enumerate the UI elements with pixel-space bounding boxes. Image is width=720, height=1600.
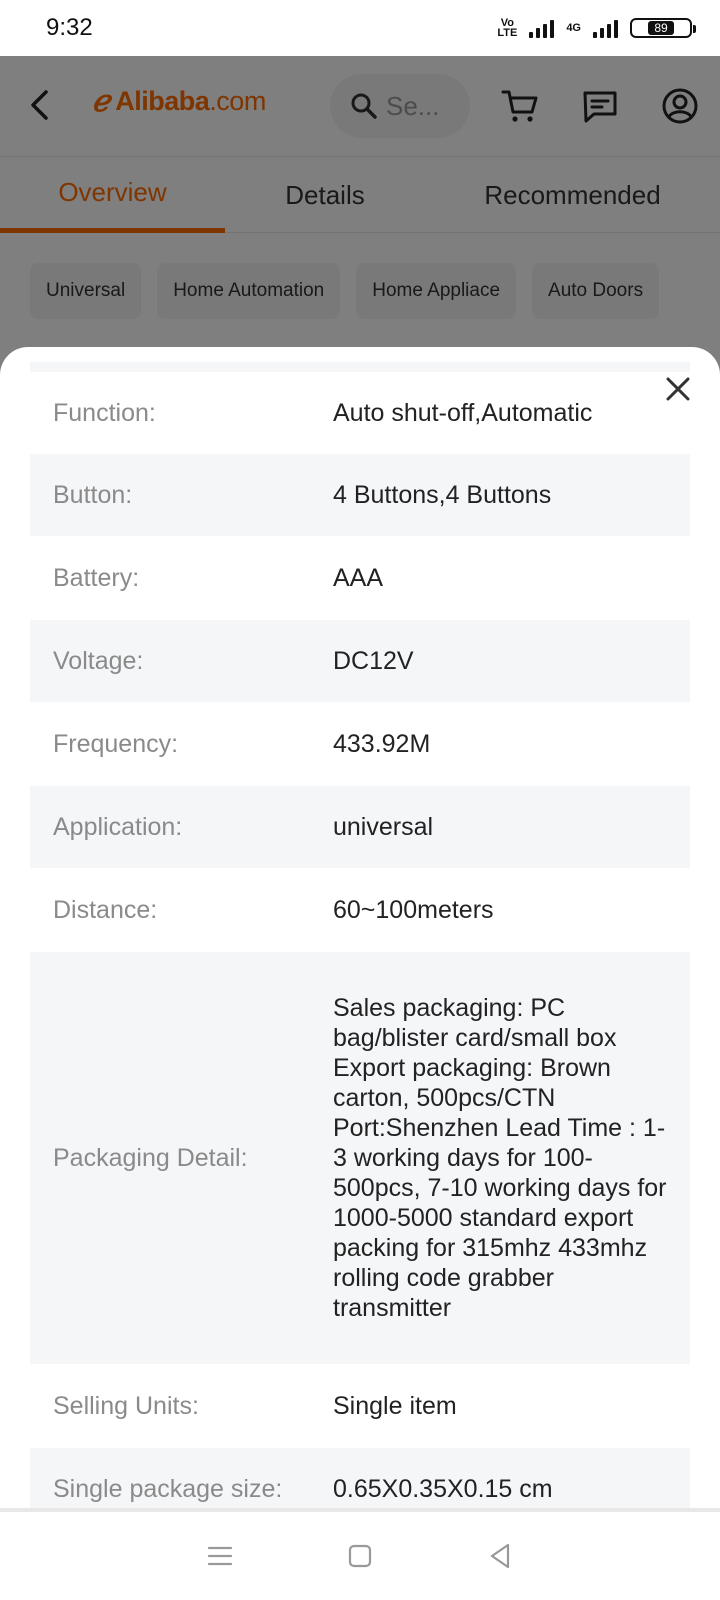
- spec-label: Single package size:: [53, 1474, 283, 1503]
- system-nav-bar: [0, 1512, 720, 1600]
- spec-row-function: Function: Auto shut-off,Automatic: [30, 372, 690, 454]
- back-triangle-icon[interactable]: [485, 1541, 515, 1571]
- spec-value: AAA: [333, 564, 384, 592]
- spec-value: 4 Buttons,4 Buttons: [333, 481, 552, 509]
- spec-value: Sales packaging: PC bag/blister card/sma…: [333, 994, 667, 1322]
- spec-label: Selling Units:: [53, 1391, 199, 1420]
- home-square-icon[interactable]: [345, 1541, 375, 1571]
- spec-row-frequency: Frequency: 433.92M: [30, 702, 690, 786]
- spec-label: Battery:: [53, 563, 140, 592]
- spec-row-button: Button: 4 Buttons,4 Buttons: [30, 454, 690, 536]
- status-bar: 9:32 Vo LTE 4G 89: [0, 0, 720, 56]
- spec-label: Button:: [53, 480, 133, 509]
- spec-label: Application:: [53, 812, 183, 841]
- spec-value: DC12V: [333, 647, 414, 675]
- volte-icon: Vo LTE: [497, 18, 518, 39]
- spec-row-selling-units: Selling Units: Single item: [30, 1364, 690, 1448]
- volte-bottom: LTE: [497, 27, 518, 39]
- network-type: 4G: [566, 22, 581, 34]
- spec-row-battery: Battery: AAA: [30, 536, 690, 620]
- spec-row-packaging-detail: Packaging Detail: Sales packaging: PC ba…: [30, 952, 690, 1364]
- spec-label: Distance:: [53, 895, 158, 924]
- spec-value: 433.92M: [333, 730, 431, 758]
- spec-row-voltage: Voltage: DC12V: [30, 620, 690, 702]
- spec-row-application: Application: universal: [30, 786, 690, 868]
- signal-icon-2: [593, 18, 618, 38]
- signal-icon: [529, 18, 555, 38]
- battery-level: 89: [648, 21, 674, 35]
- close-icon[interactable]: [662, 373, 694, 405]
- spec-value: 60~100meters: [333, 896, 494, 924]
- spec-label: Frequency:: [53, 729, 179, 758]
- spec-row-package-size: Single package size: 0.65X0.35X0.15 cm: [30, 1448, 690, 1510]
- spec-value: universal: [333, 813, 434, 841]
- spec-label: Packaging Detail:: [53, 1143, 248, 1172]
- previous-row-edge: [30, 362, 690, 372]
- battery-icon: 89: [630, 18, 696, 38]
- specs-sheet: Function: Auto shut-off,Automatic Button…: [0, 347, 720, 1510]
- spec-label: Function:: [53, 398, 156, 427]
- status-icons: Vo LTE 4G 89: [497, 18, 696, 39]
- status-time: 9:32: [46, 14, 93, 41]
- spec-value: Single item: [333, 1392, 457, 1420]
- spec-row-distance: Distance: 60~100meters: [30, 868, 690, 952]
- spec-label: Voltage:: [53, 646, 144, 675]
- spec-value: Auto shut-off,Automatic: [333, 399, 593, 427]
- screen: 9:32 Vo LTE 4G 89 ℯ Aliba: [0, 0, 720, 1600]
- spec-table: Function: Auto shut-off,Automatic Button…: [30, 372, 690, 1510]
- menu-icon[interactable]: [205, 1541, 235, 1571]
- spec-value: 0.65X0.35X0.15 cm: [333, 1475, 553, 1503]
